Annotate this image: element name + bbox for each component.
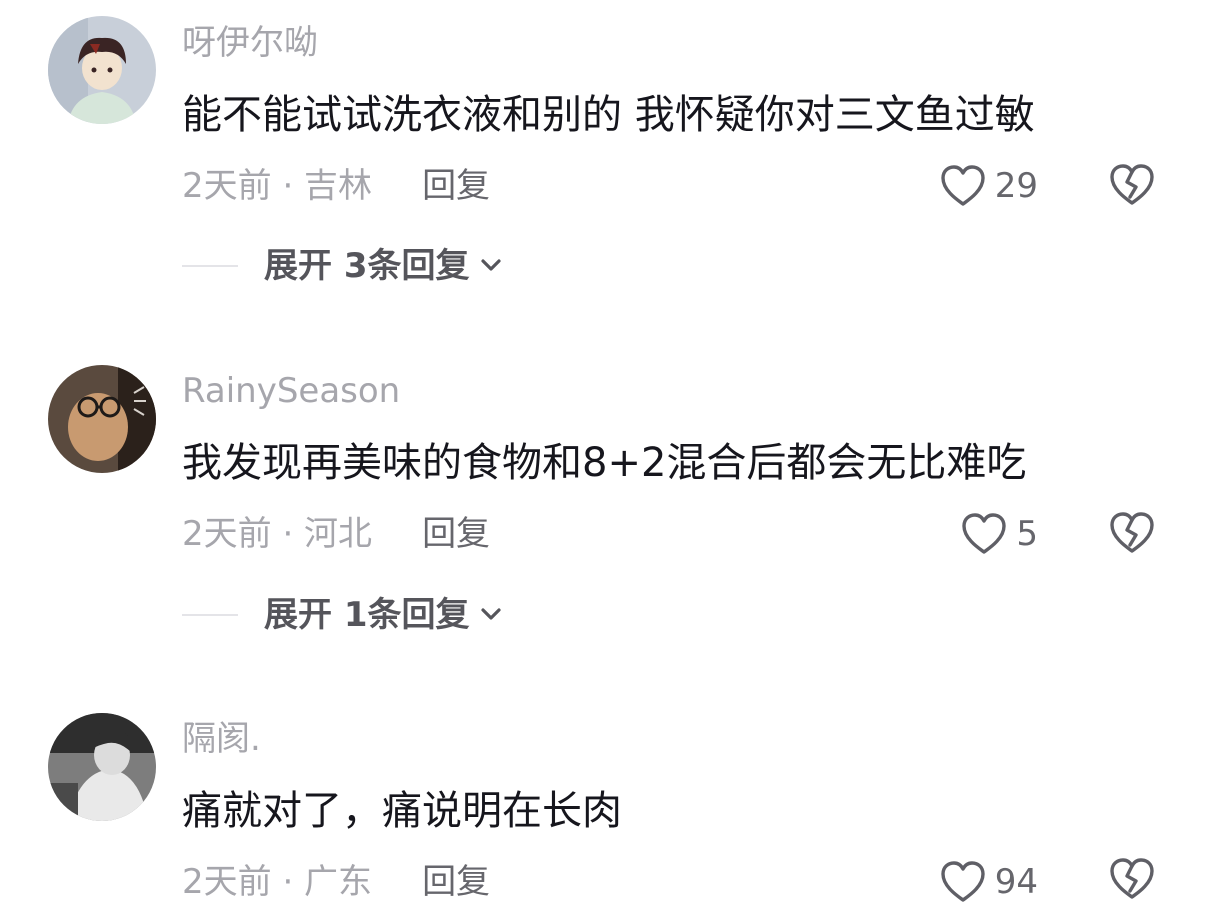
like-count: 29 (994, 166, 1038, 206)
like-button[interactable]: 29 (939, 161, 1038, 211)
comment-meta: 2天前 · 广东 回复 (182, 862, 490, 902)
chevron-down-icon (480, 257, 502, 276)
reply-button[interactable]: 回复 (422, 862, 490, 902)
expand-replies-label: 展开 3条回复 (264, 246, 470, 286)
username[interactable]: 隔阂. (182, 719, 261, 759)
username[interactable]: 呀伊尔呦 (182, 23, 318, 63)
avatar[interactable] (48, 16, 156, 124)
reply-button[interactable]: 回复 (422, 514, 490, 554)
like-button[interactable]: 5 (960, 509, 1038, 559)
heart-outline-icon (960, 512, 1008, 556)
expand-replies-label: 展开 1条回复 (264, 595, 470, 635)
divider (182, 265, 238, 267)
reply-button[interactable]: 回复 (422, 166, 490, 206)
timestamp-location: 2天前 · 吉林 (182, 166, 373, 206)
expand-replies[interactable]: 展开 3条回复 (182, 246, 502, 286)
like-button[interactable]: 94 (939, 857, 1038, 907)
dislike-button[interactable] (1107, 855, 1157, 905)
like-count: 5 (1016, 514, 1038, 554)
dislike-button[interactable] (1107, 509, 1157, 559)
like-count: 94 (994, 862, 1038, 902)
heart-outline-icon (939, 164, 987, 208)
comment-meta: 2天前 · 吉林 回复 (182, 166, 490, 206)
comment-text: 痛就对了，痛说明在长肉 (182, 788, 622, 834)
timestamp-location: 2天前 · 广东 (182, 862, 373, 902)
comment-text: 能不能试试洗衣液和别的 我怀疑你对三文鱼过敏 (182, 92, 1035, 138)
username[interactable]: RainySeason (182, 371, 400, 411)
chevron-down-icon (480, 606, 502, 625)
avatar[interactable] (48, 365, 156, 473)
heart-outline-icon (939, 860, 987, 904)
timestamp-location: 2天前 · 河北 (182, 514, 373, 554)
broken-heart-icon (1107, 161, 1157, 209)
expand-replies[interactable]: 展开 1条回复 (182, 595, 502, 635)
comment-meta: 2天前 · 河北 回复 (182, 514, 490, 554)
comment-text: 我发现再美味的食物和8+2混合后都会无比难吃 (182, 440, 1027, 486)
divider (182, 614, 238, 616)
dislike-button[interactable] (1107, 161, 1157, 211)
broken-heart-icon (1107, 509, 1157, 557)
avatar[interactable] (48, 713, 156, 821)
broken-heart-icon (1107, 855, 1157, 903)
